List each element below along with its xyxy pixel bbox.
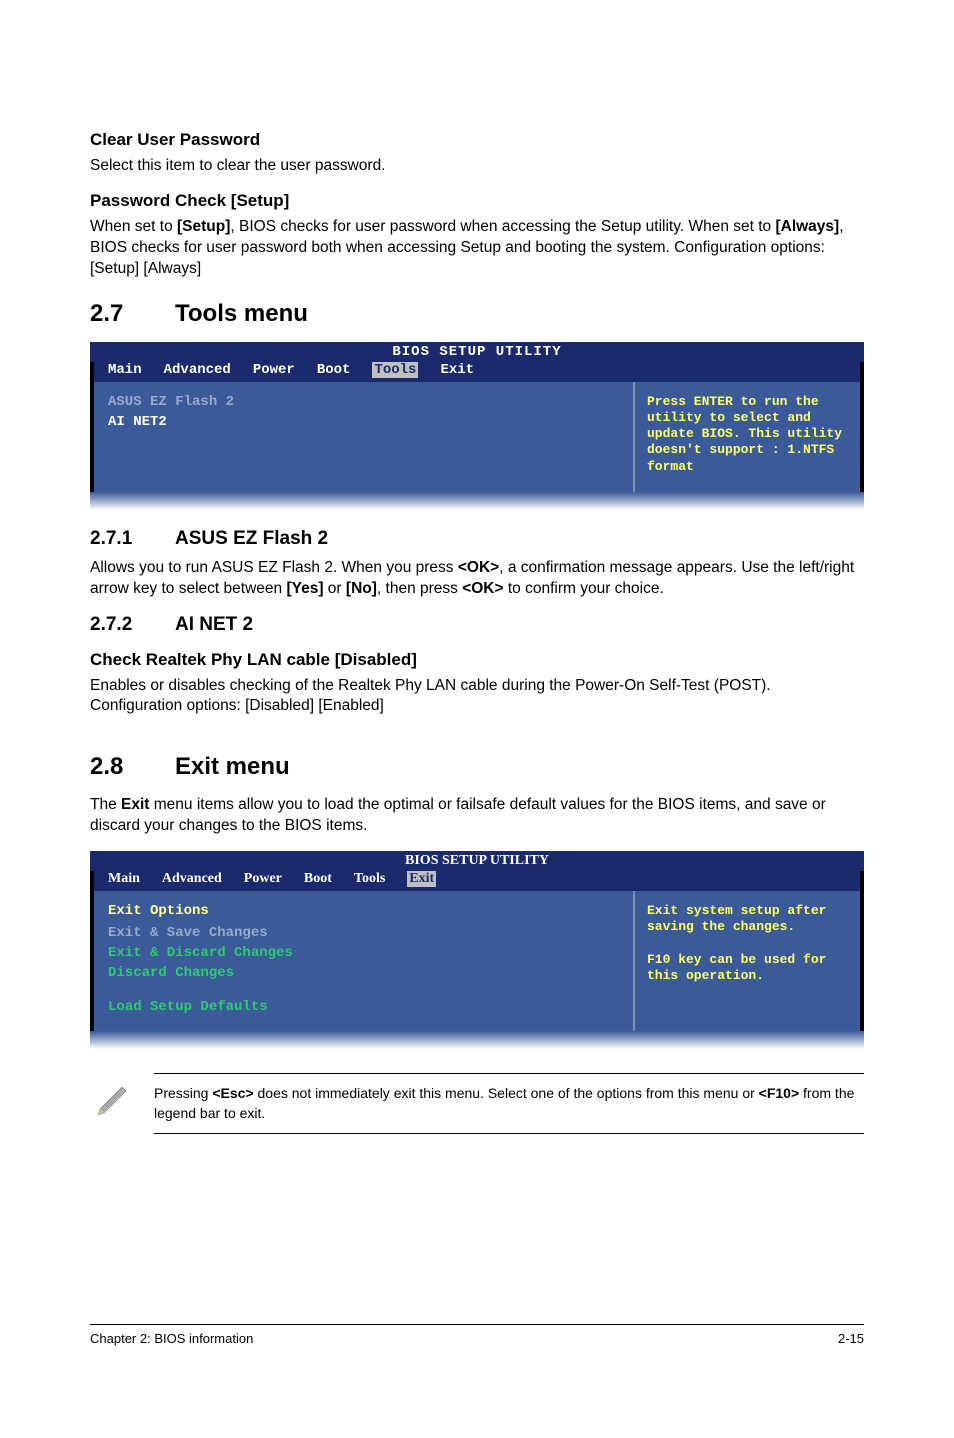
bios-tab-boot: Boot (317, 362, 351, 378)
text-part: , BIOS checks for user password when acc… (230, 218, 775, 235)
bios-tabs: Main Advanced Power Boot Tools Exit (90, 362, 864, 382)
bios-right-pane: Press ENTER to run the utility to select… (635, 382, 860, 492)
pencil-icon (94, 1077, 134, 1122)
exit-menu-title: 2.8Exit menu (90, 753, 864, 781)
text-part: or (324, 580, 346, 597)
bios-body: ASUS EZ Flash 2 AI NET2 Press ENTER to r… (90, 382, 864, 492)
bios-fade (90, 1031, 864, 1049)
text-part: to confirm your choice. (504, 580, 664, 597)
bios-tab-main: Main (108, 871, 140, 887)
bios-item-ezflash: ASUS EZ Flash 2 (108, 394, 619, 410)
text-part: When set to (90, 218, 177, 235)
footer-right: 2-15 (838, 1331, 864, 1346)
bios-tab-tools: Tools (354, 871, 385, 887)
text-part: , then press (377, 580, 462, 597)
tools-menu-title: 2.7Tools menu (90, 300, 864, 328)
exit-menu-text: The Exit menu items allow you to load th… (90, 795, 864, 837)
section-name: Tools menu (175, 300, 308, 327)
subsection-name: AI NET 2 (175, 614, 253, 635)
bios-tab-exit: Exit (407, 871, 436, 887)
text-bold: <OK> (458, 559, 499, 576)
password-check-text: When set to [Setup], BIOS checks for use… (90, 217, 864, 280)
subsection-num: 2.7.2 (90, 614, 175, 636)
text-part: The (90, 796, 121, 813)
bios-tab-tools: Tools (372, 362, 418, 378)
text-bold: [No] (346, 580, 377, 597)
bios-body: Exit Options Exit & Save Changes Exit & … (90, 891, 864, 1031)
clear-user-password-text: Select this item to clear the user passw… (90, 156, 864, 177)
bios-section-label: Exit Options (108, 903, 619, 919)
ez-flash-text: Allows you to run ASUS EZ Flash 2. When … (90, 558, 864, 600)
text-bold: [Setup] (177, 218, 230, 235)
password-check-heading: Password Check [Setup] (90, 191, 864, 211)
bios-item-exit-save: Exit & Save Changes (108, 925, 619, 941)
bios-item-exit-discard: Exit & Discard Changes (108, 945, 619, 961)
bios-item-discard: Discard Changes (108, 965, 619, 981)
bios-tab-boot: Boot (304, 871, 332, 887)
bios-tabs: Main Advanced Power Boot Tools Exit (90, 871, 864, 891)
text-bold: <F10> (759, 1085, 799, 1101)
ai-net-title: 2.7.2AI NET 2 (90, 614, 864, 636)
text-part: menu items allow you to load the optimal… (90, 796, 826, 834)
note-text: Pressing <Esc> does not immediately exit… (154, 1073, 864, 1134)
bios-exit-screenshot: BIOS SETUP UTILITY Main Advanced Power B… (90, 851, 864, 1049)
bios-tab-advanced: Advanced (164, 362, 231, 378)
text-bold: <OK> (462, 580, 503, 597)
text-bold: [Always] (775, 218, 839, 235)
text-bold: <Esc> (212, 1085, 253, 1101)
bios-title-row: BIOS SETUP UTILITY (90, 342, 864, 362)
text-part: Pressing (154, 1085, 212, 1101)
note-box: Pressing <Esc> does not immediately exit… (90, 1073, 864, 1134)
ez-flash-title: 2.7.1ASUS EZ Flash 2 (90, 528, 864, 550)
realtek-text: Enables or disables checking of the Real… (90, 676, 864, 718)
bios-left-pane: ASUS EZ Flash 2 AI NET2 (94, 382, 635, 492)
text-part: does not immediately exit this menu. Sel… (254, 1085, 759, 1101)
section-num: 2.7 (90, 300, 175, 328)
bios-item-ainet2: AI NET2 (108, 414, 619, 430)
subsection-num: 2.7.1 (90, 528, 175, 550)
bios-tab-power: Power (253, 362, 295, 378)
text-bold: [Yes] (286, 580, 323, 597)
bios-tab-advanced: Advanced (162, 871, 222, 887)
bios-item-blank (108, 985, 619, 995)
bios-tab-main: Main (108, 362, 142, 378)
section-name: Exit menu (175, 753, 290, 780)
text-bold: Exit (121, 796, 149, 813)
bios-title-row: BIOS SETUP UTILITY (90, 851, 864, 871)
page-footer: Chapter 2: BIOS information 2-15 (90, 1324, 864, 1346)
bios-title: BIOS SETUP UTILITY (90, 344, 864, 360)
realtek-heading: Check Realtek Phy LAN cable [Disabled] (90, 650, 864, 670)
footer-left: Chapter 2: BIOS information (90, 1331, 253, 1346)
section-num: 2.8 (90, 753, 175, 781)
bios-title: BIOS SETUP UTILITY (90, 853, 864, 869)
bios-tools-screenshot: BIOS SETUP UTILITY Main Advanced Power B… (90, 342, 864, 510)
bios-item-load-defaults: Load Setup Defaults (108, 999, 619, 1015)
bios-fade (90, 492, 864, 510)
bios-tab-power: Power (244, 871, 282, 887)
bios-tab-exit: Exit (440, 362, 474, 378)
bios-right-pane: Exit system setup after saving the chang… (635, 891, 860, 1031)
clear-user-password-heading: Clear User Password (90, 130, 864, 150)
subsection-name: ASUS EZ Flash 2 (175, 528, 328, 549)
bios-left-pane: Exit Options Exit & Save Changes Exit & … (94, 891, 635, 1031)
text-part: Allows you to run ASUS EZ Flash 2. When … (90, 559, 458, 576)
